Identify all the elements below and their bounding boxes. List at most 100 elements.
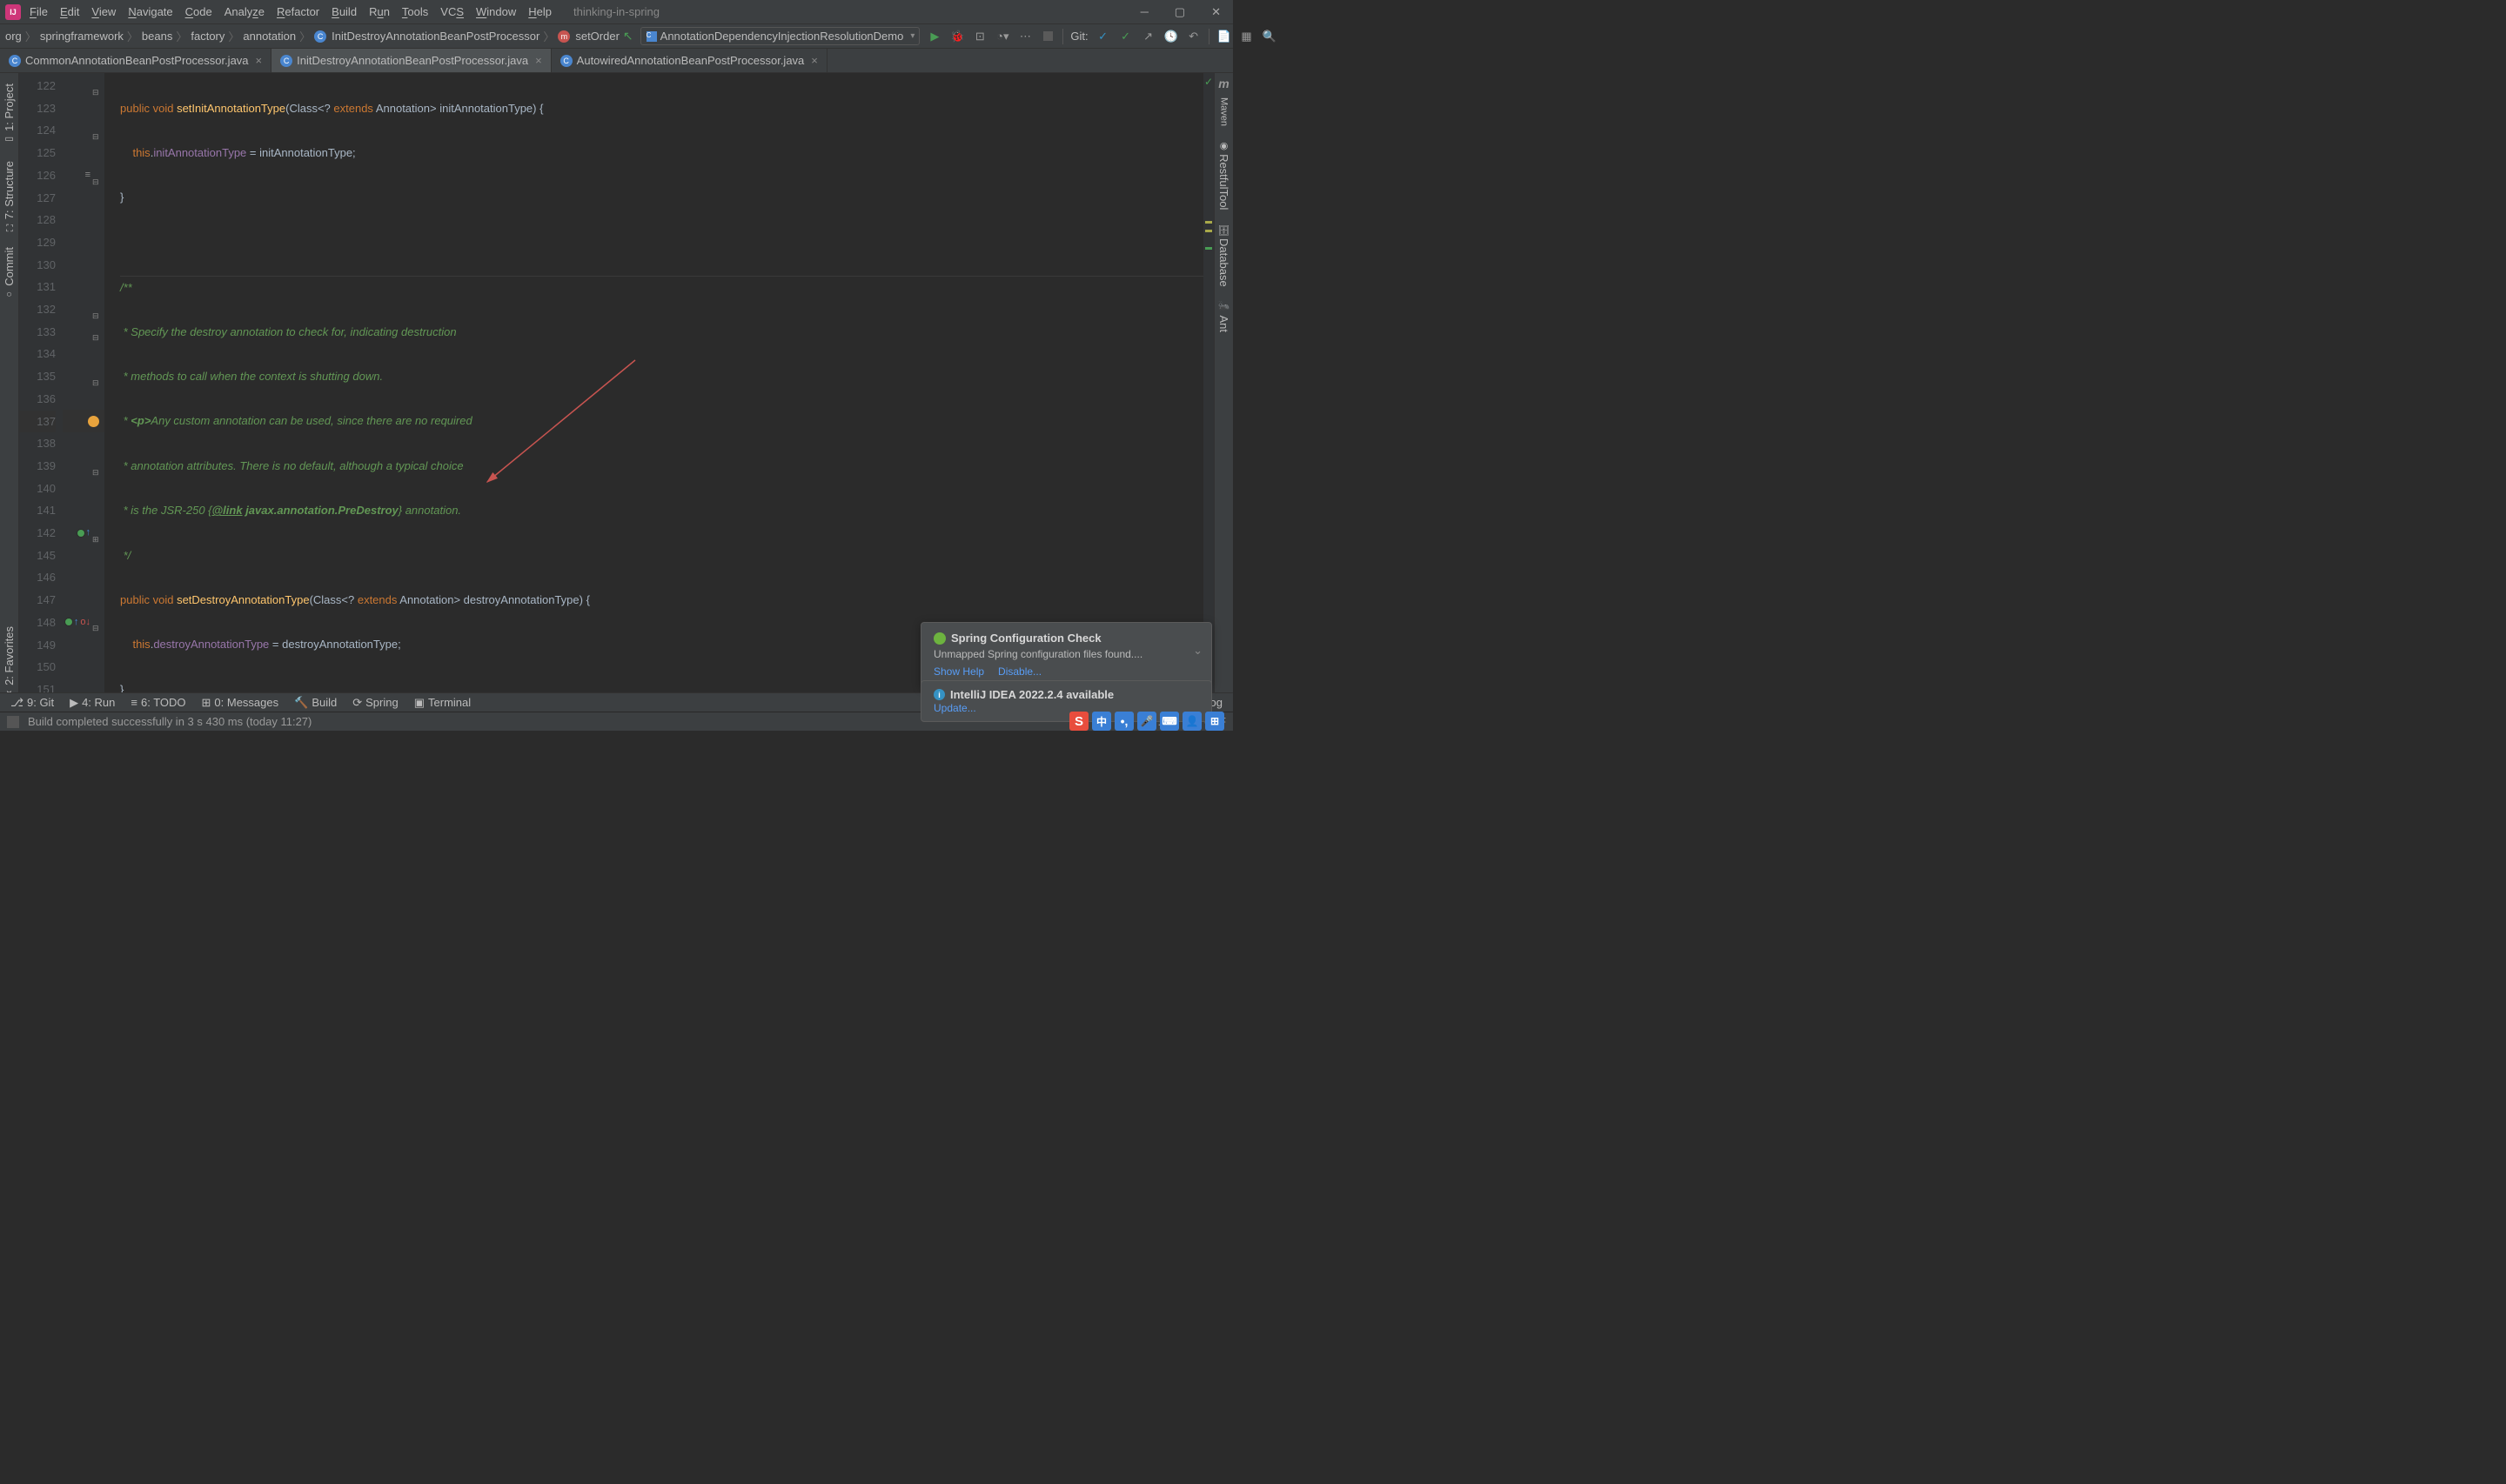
debug-icon[interactable]: 🐞 — [949, 29, 965, 44]
menu-tools[interactable]: Tools — [402, 5, 428, 18]
tool-spring[interactable]: ⟳ Spring — [352, 696, 398, 710]
crumb[interactable]: InitDestroyAnnotationBeanPostProcessor — [332, 30, 539, 43]
class-icon: C — [314, 30, 326, 43]
ime-punct[interactable]: •, — [1115, 712, 1134, 731]
tool-project[interactable]: ▭ 1: Project — [3, 77, 16, 152]
crumb[interactable]: springframework — [40, 30, 124, 43]
project-name: thinking-in-spring — [573, 5, 660, 18]
crumb[interactable]: factory — [191, 30, 224, 43]
tool-database[interactable]: 🗄 Database — [1217, 217, 1230, 294]
git-history-icon[interactable]: 🕓 — [1163, 29, 1179, 44]
class-icon: C — [647, 31, 657, 42]
coverage-icon[interactable]: ⊡ — [972, 29, 988, 44]
crumb[interactable]: annotation — [243, 30, 296, 43]
override-icon[interactable] — [65, 618, 72, 625]
crumb[interactable]: beans — [142, 30, 172, 43]
run-config-label: AnnotationDependencyInjectionResolutionD… — [660, 30, 904, 43]
update-link[interactable]: Update... — [934, 702, 976, 714]
git-rollback-icon[interactable]: ↶ — [1186, 29, 1202, 44]
ime-toolbar: S 中 •, 🎤 ⌨ 👤 ⊞ — [1069, 712, 1224, 731]
maven-icon[interactable]: m — [1218, 77, 1229, 90]
ime-keyboard-icon[interactable]: ⌨ — [1160, 712, 1179, 731]
ime-mic-icon[interactable]: 🎤 — [1137, 712, 1156, 731]
tab[interactable]: C InitDestroyAnnotationBeanPostProcessor… — [271, 49, 552, 72]
crumb[interactable]: org — [5, 30, 22, 43]
tool-git[interactable]: ⎇ 9: Git — [10, 696, 54, 710]
disable-link[interactable]: Disable... — [998, 665, 1042, 678]
menu-navigate[interactable]: Navigate — [128, 5, 172, 18]
method-icon: m — [558, 30, 570, 43]
menu-build[interactable]: Build — [332, 5, 357, 18]
close-icon[interactable]: × — [535, 54, 542, 67]
fold-icon[interactable]: ⊟ — [92, 462, 101, 471]
breadcrumb: org〉 springframework〉 beans〉 factory〉 an… — [5, 28, 620, 44]
fold-icon[interactable]: ⊟ — [92, 305, 101, 314]
fold-icon[interactable]: ⊟ — [92, 327, 101, 336]
menu-analyze[interactable]: Analyze — [224, 5, 265, 18]
menu-refactor[interactable]: Refactor — [277, 5, 319, 18]
tool-structure[interactable]: ⛶ 7: Structure — [3, 154, 16, 238]
menu-help[interactable]: Help — [528, 5, 552, 18]
git-update-icon[interactable]: ✓ — [1096, 29, 1111, 44]
gutter-marks: ⊟ ⊟ ≡ ⊟ ⊟ ⊟ ⊟ ⊟ ↑⊞ ↑o↓⊟ — [63, 73, 104, 692]
run-icon[interactable]: ▶ — [927, 29, 942, 44]
tab[interactable]: C CommonAnnotationBeanPostProcessor.java… — [0, 49, 271, 72]
fold-icon[interactable]: ⊟ — [92, 372, 101, 381]
search-icon[interactable]: 🔍 — [1262, 29, 1277, 44]
class-icon: C — [560, 55, 573, 67]
code-area[interactable]: public void setInitAnnotationType(Class<… — [104, 73, 1214, 692]
fold-icon[interactable]: ⊟ — [92, 82, 101, 90]
tool-messages[interactable]: ⊞ 0: Messages — [202, 696, 279, 710]
menu-window[interactable]: Window — [476, 5, 516, 18]
build-icon[interactable]: 📄 — [1216, 29, 1232, 44]
fold-icon[interactable]: ⊟ — [92, 171, 101, 180]
tool-restful[interactable]: ◉ RestfulTool — [1217, 133, 1230, 217]
git-commit-icon[interactable]: ✓ — [1118, 29, 1134, 44]
show-help-link[interactable]: Show Help — [934, 665, 984, 678]
ime-toolbox-icon[interactable]: ⊞ — [1205, 712, 1224, 731]
attach-icon[interactable]: ⋯ — [1017, 29, 1033, 44]
status-icon[interactable] — [7, 716, 19, 728]
stripe-mark[interactable] — [1205, 247, 1212, 250]
run-config-selector[interactable]: C AnnotationDependencyInjectionResolutio… — [640, 27, 921, 45]
profile-icon[interactable]: ◔▾ — [995, 29, 1010, 44]
code-editor[interactable]: 122123124 125126127 128129130 131132133 … — [19, 73, 1214, 692]
notification-spring: Spring Configuration Check Unmapped Spri… — [921, 622, 1212, 687]
menu-code[interactable]: Code — [185, 5, 212, 18]
menu-vcs[interactable]: VCS — [440, 5, 464, 18]
settings-icon[interactable]: ▦ — [1239, 29, 1255, 44]
ime-lang[interactable]: 中 — [1092, 712, 1111, 731]
implements-icon[interactable]: ↑ — [86, 522, 91, 545]
tool-build[interactable]: 🔨 Build — [294, 696, 337, 710]
tool-commit[interactable]: ○ Commit — [3, 240, 16, 306]
error-stripe[interactable]: ✓ — [1203, 73, 1214, 692]
tool-run[interactable]: ▶ 4: Run — [70, 696, 115, 710]
git-push-icon[interactable]: ↗ — [1141, 29, 1156, 44]
ime-user-icon[interactable]: 👤 — [1183, 712, 1202, 731]
stop-icon[interactable] — [1040, 29, 1055, 44]
notification-body: Unmapped Spring configuration files foun… — [934, 648, 1199, 660]
tool-terminal[interactable]: ▣ Terminal — [414, 696, 471, 710]
tool-maven[interactable]: Maven — [1219, 90, 1230, 133]
nav-back-icon[interactable]: ↖ — [623, 29, 633, 43]
tool-ant[interactable]: 🐜 Ant — [1217, 294, 1230, 339]
tool-todo[interactable]: ≡ 6: TODO — [131, 696, 185, 709]
intention-bulb-icon[interactable] — [88, 416, 99, 427]
crumb[interactable]: setOrder — [575, 30, 620, 43]
tab[interactable]: C AutowiredAnnotationBeanPostProcessor.j… — [552, 49, 828, 72]
chevron-down-icon[interactable]: ⌄ — [1193, 644, 1203, 658]
menu-view[interactable]: View — [91, 5, 116, 18]
menu-run[interactable]: Run — [369, 5, 390, 18]
override-icon[interactable] — [77, 530, 84, 537]
menu-edit[interactable]: Edit — [60, 5, 79, 18]
app-logo: IJ — [5, 4, 21, 20]
close-button[interactable]: ✕ — [1211, 5, 1221, 19]
minimize-button[interactable]: ─ — [1141, 5, 1149, 19]
fold-icon[interactable]: ⊟ — [92, 126, 101, 135]
ime-sogou-icon[interactable]: S — [1069, 712, 1089, 731]
menu-file[interactable]: FFileile — [30, 5, 48, 18]
maximize-button[interactable]: ▢ — [1175, 5, 1185, 19]
close-icon[interactable]: × — [811, 54, 818, 67]
close-icon[interactable]: × — [256, 54, 263, 67]
status-message: Build completed successfully in 3 s 430 … — [28, 715, 312, 728]
